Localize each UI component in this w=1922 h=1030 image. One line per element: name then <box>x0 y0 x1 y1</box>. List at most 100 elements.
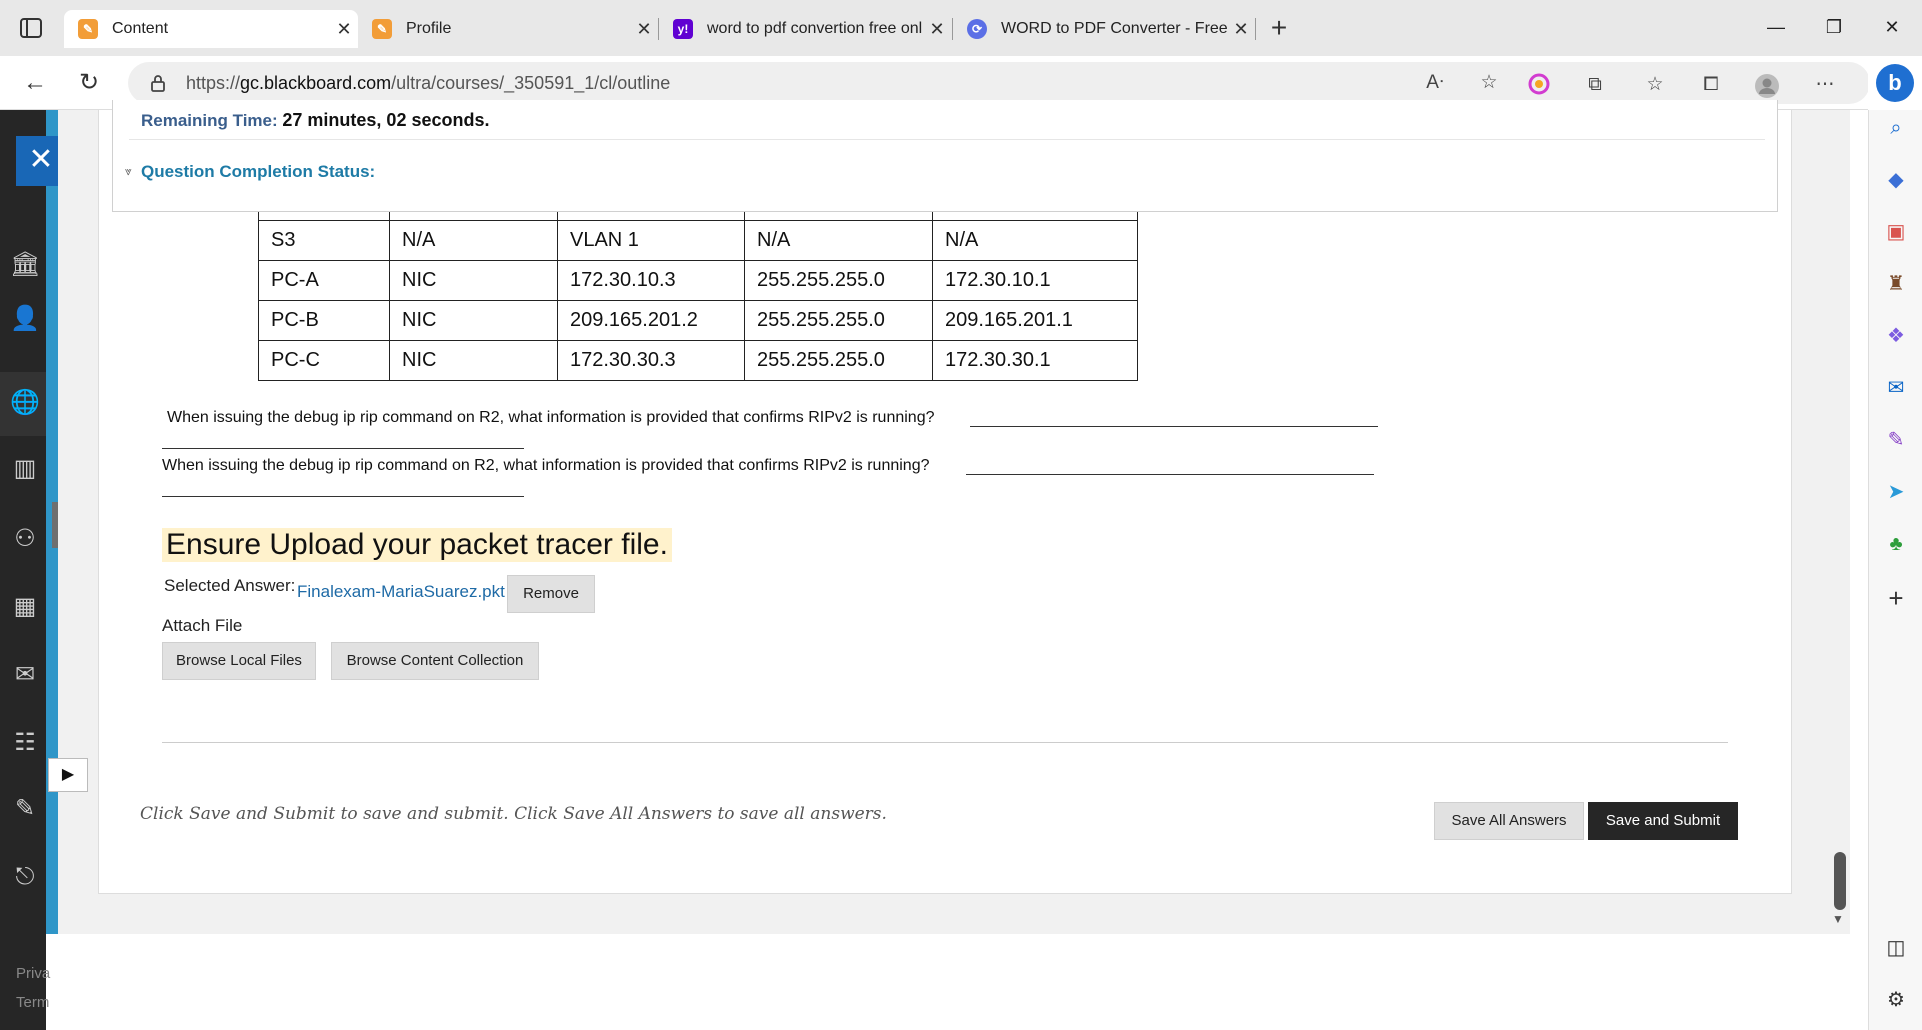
table-cell: PC-A <box>258 260 390 301</box>
organizations-icon[interactable]: ▥ <box>10 454 40 484</box>
blackboard-favicon-icon: ✎ <box>372 19 392 39</box>
games-icon[interactable]: ♜ <box>1882 270 1910 298</box>
submit-instructions: Click Save and Submit to save and submit… <box>140 804 887 824</box>
browser-tab-strip: ✎ Content ✕ ✎ Profile ✕ y! word to pdf c… <box>0 0 1922 56</box>
tab-content[interactable]: ✎ Content ✕ <box>64 10 358 48</box>
tab-title: WORD to PDF Converter - FreeC <box>1001 20 1227 37</box>
profile-icon[interactable]: 👤 <box>10 304 40 334</box>
add-favorite-icon[interactable]: ☆ <box>1476 71 1502 95</box>
table-cell: VLAN 1 <box>557 220 745 261</box>
sidebar-layout-icon[interactable]: ◫ <box>1882 934 1910 962</box>
table-cell: 172.30.30.3 <box>557 340 745 381</box>
address-bar[interactable]: https://gc.blackboard.com/ultra/courses/… <box>128 62 1870 104</box>
selected-answer-label: Selected Answer: <box>164 576 296 595</box>
table-cell: PC-B <box>258 300 390 341</box>
remaining-time: Remaining Time: 27 minutes, 02 seconds. <box>141 110 489 131</box>
edge-sidebar: ⌕ ◆ ▣ ♜ ❖ ✉ ✎ ➤ ♣ + ◫ ⚙ <box>1868 110 1922 1030</box>
privacy-link[interactable]: Priva <box>16 965 50 982</box>
back-arrow-icon[interactable]: ← <box>20 68 50 98</box>
collections-icon[interactable]: ⧠ <box>1698 73 1724 97</box>
table-cell: N/A <box>389 220 558 261</box>
url-scheme: https:// <box>186 73 241 93</box>
institution-icon[interactable]: 🏛 <box>10 250 40 280</box>
restore-button[interactable]: ❐ <box>1814 12 1854 42</box>
more-menu-icon[interactable]: ⋯ <box>1812 73 1838 97</box>
page-scrollbar-thumb[interactable] <box>1834 852 1846 910</box>
designer-icon[interactable]: ✎ <box>1882 426 1910 454</box>
search-icon[interactable]: ⌕ <box>1882 114 1910 142</box>
refresh-icon[interactable]: ↻ <box>74 68 104 98</box>
yahoo-favicon-icon: y! <box>673 19 693 39</box>
lock-icon[interactable] <box>148 73 168 93</box>
bing-copilot-button[interactable]: b <box>1868 56 1922 110</box>
close-tab-icon[interactable]: ✕ <box>630 19 658 40</box>
browse-content-collection-button[interactable]: Browse Content Collection <box>331 642 539 680</box>
tab-profile[interactable]: ✎ Profile ✕ <box>358 10 658 48</box>
table-cell: N/A <box>744 220 933 261</box>
tab-title: Profile <box>406 20 452 37</box>
question-completion-status[interactable]: Question Completion Status: <box>141 162 375 182</box>
new-tab-button[interactable]: + <box>1262 12 1296 46</box>
close-window-button[interactable]: ✕ <box>1872 12 1912 42</box>
extensions-puzzle-icon[interactable]: ⧉ <box>1582 73 1608 97</box>
tree-icon[interactable]: ♣ <box>1882 530 1910 558</box>
url-text[interactable]: https://gc.blackboard.com/ultra/courses/… <box>186 73 670 94</box>
table-cell: NIC <box>389 340 558 381</box>
attach-file-label: Attach File <box>162 616 243 635</box>
browse-local-files-button[interactable]: Browse Local Files <box>162 642 316 680</box>
close-tab-icon[interactable]: ✕ <box>330 19 358 40</box>
tab-separator <box>1255 18 1256 40</box>
table-cell: 172.30.10.1 <box>932 260 1138 301</box>
table-cell: 255.255.255.0 <box>744 340 933 381</box>
microsoft-365-icon[interactable]: ❖ <box>1882 322 1910 350</box>
tab-actions-icon[interactable] <box>18 16 44 40</box>
tools-edit-icon[interactable]: ✎ <box>10 794 40 824</box>
test-status-box: Remaining Time: 27 minutes, 02 seconds. … <box>112 100 1778 212</box>
tab-yahoo-search[interactable]: y! word to pdf convertion free onlin ✕ <box>659 10 951 48</box>
groups-icon[interactable]: ⚇ <box>10 524 40 554</box>
table-cell: 209.165.201.2 <box>557 300 745 341</box>
chevron-down-icon[interactable]: ⩔ <box>125 164 132 179</box>
close-tab-icon[interactable]: ✕ <box>923 19 951 40</box>
remaining-time-label: Remaining Time: <box>141 111 278 130</box>
question-text: When issuing the debug ip rip command on… <box>162 457 930 474</box>
question-scroll-area[interactable]: S1 N/A VLAN 1 N/A N/A S3 N/A VLAN 1 N/A … <box>112 210 1792 930</box>
table-row: S3 N/A VLAN 1 N/A N/A <box>258 220 1138 261</box>
settings-gear-icon[interactable]: ⚙ <box>1882 986 1910 1014</box>
table-cell: 255.255.255.0 <box>744 300 933 341</box>
addressing-table: S1 N/A VLAN 1 N/A N/A S3 N/A VLAN 1 N/A … <box>258 210 1138 381</box>
read-aloud-icon[interactable]: Aᐧ <box>1422 71 1448 95</box>
table-cell: 172.30.30.1 <box>932 340 1138 381</box>
profile-avatar-icon[interactable] <box>1754 73 1780 98</box>
courses-globe-icon[interactable]: 🌐 <box>10 388 40 418</box>
status-divider <box>129 139 1765 140</box>
table-cell: 172.30.10.3 <box>557 260 745 301</box>
extension-color-icon[interactable] <box>1526 73 1552 97</box>
answer-blank-line <box>970 426 1378 427</box>
messages-icon[interactable]: ✉ <box>10 660 40 690</box>
play-icon[interactable]: ▶ <box>48 758 88 792</box>
save-and-submit-button[interactable]: Save and Submit <box>1588 802 1738 840</box>
table-row: PC-A NIC 172.30.10.3 255.255.255.0 172.3… <box>258 260 1138 301</box>
terms-link[interactable]: Term <box>16 994 49 1011</box>
outlook-icon[interactable]: ✉ <box>1882 374 1910 402</box>
sign-out-icon[interactable]: ⎋ <box>10 862 40 892</box>
favorites-icon[interactable]: ☆ <box>1642 73 1668 97</box>
save-all-answers-button[interactable]: Save All Answers <box>1434 802 1584 840</box>
table-cell: NIC <box>389 300 558 341</box>
calendar-icon[interactable]: ▦ <box>10 592 40 622</box>
shopping-tag-icon[interactable]: ◆ <box>1882 166 1910 194</box>
remove-file-button[interactable]: Remove <box>507 575 595 613</box>
grades-icon[interactable]: ☷ <box>10 728 40 758</box>
send-icon[interactable]: ➤ <box>1882 478 1910 506</box>
remaining-time-value: 27 minutes, 02 seconds. <box>282 110 490 130</box>
freeconvert-favicon-icon: ⟳ <box>967 19 987 39</box>
minimize-button[interactable]: — <box>1756 12 1796 42</box>
add-sidebar-app-icon[interactable]: + <box>1882 584 1910 612</box>
scroll-down-arrow-icon[interactable]: ▼ <box>1832 912 1844 926</box>
table-cell: 209.165.201.1 <box>932 300 1138 341</box>
tab-word-to-pdf[interactable]: ⟳ WORD to PDF Converter - FreeC ✕ <box>953 10 1255 48</box>
selected-file-link[interactable]: Finalexam-MariaSuarez.pkt <box>297 582 505 602</box>
close-tab-icon[interactable]: ✕ <box>1227 19 1255 40</box>
tools-briefcase-icon[interactable]: ▣ <box>1882 218 1910 246</box>
